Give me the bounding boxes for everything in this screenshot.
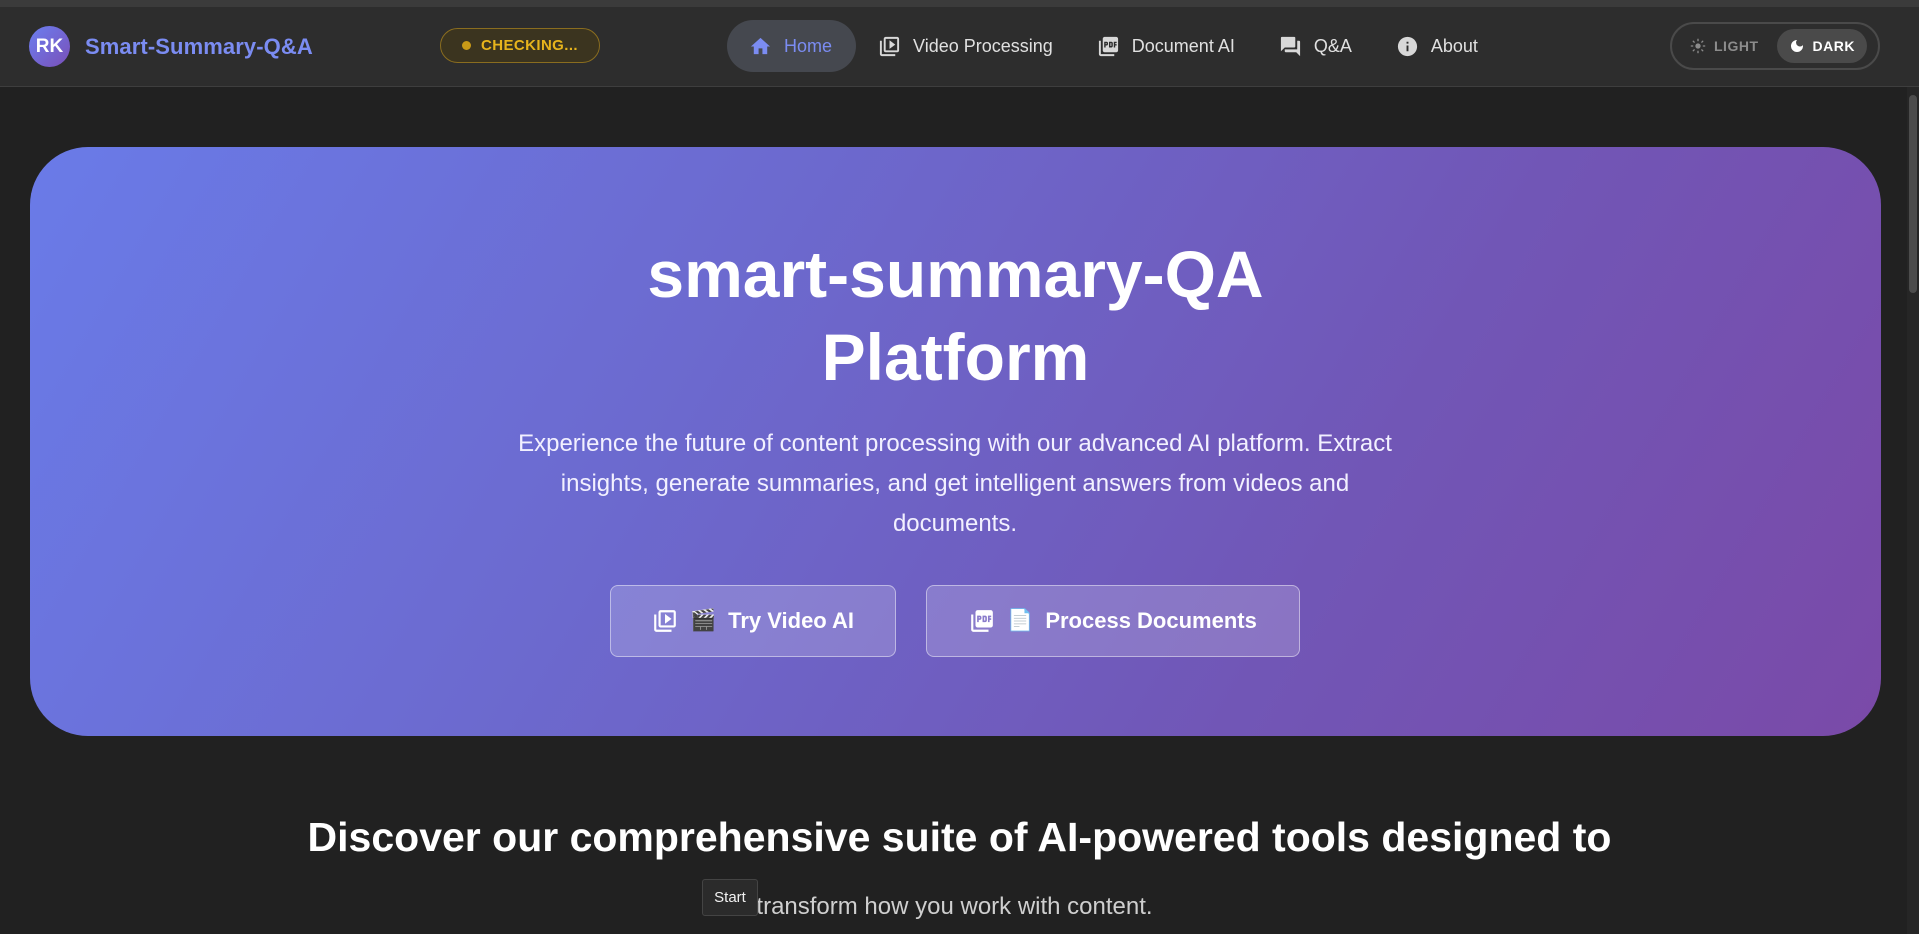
nav-about[interactable]: About: [1374, 20, 1500, 72]
nav-document-label: Document AI: [1131, 35, 1235, 56]
hero-banner: smart-summary-QA Platform Experience the…: [30, 147, 1881, 736]
hero-actions: 🎬 Try Video AI 📄 Process Documents: [610, 585, 1300, 657]
features-subheading: transform how you work with content.: [756, 893, 1153, 920]
theme-light-option[interactable]: LIGHT: [1678, 29, 1771, 63]
nav-qa-label: Q&A: [1313, 35, 1352, 56]
nav-qa[interactable]: Q&A: [1257, 20, 1374, 72]
theme-toggle: LIGHT DARK: [1670, 22, 1880, 70]
hero-subtitle: Experience the future of content process…: [518, 430, 1392, 537]
theme-light-label: LIGHT: [1714, 38, 1759, 54]
window-top-strip: [0, 0, 1919, 7]
theme-dark-option[interactable]: DARK: [1776, 29, 1867, 63]
info-icon: [1397, 36, 1417, 56]
brand-name: Smart-Summary-Q&A: [85, 33, 313, 59]
hero-title-line1: smart-summary-QA: [647, 237, 1264, 311]
page-scrollbar-thumb[interactable]: [1909, 95, 1917, 293]
top-navbar: RK Smart-Summary-Q&A CHECKING... Home Vi…: [0, 7, 1919, 87]
process-documents-button[interactable]: 📄 Process Documents: [926, 585, 1300, 657]
home-icon: [750, 37, 771, 54]
nav-home[interactable]: Home: [727, 20, 857, 72]
start-tooltip: Start: [702, 879, 758, 916]
sun-icon: [1690, 38, 1706, 54]
video-library-icon: [654, 610, 676, 632]
features-heading: Discover our comprehensive suite of AI-p…: [307, 814, 1612, 860]
clapperboard-icon: 🎬: [689, 609, 717, 632]
nav-document-ai[interactable]: Document AI: [1075, 20, 1257, 72]
document-icon: 📄: [1007, 609, 1034, 632]
brand-logo-avatar: RK: [29, 26, 70, 67]
hero-title-line2: Platform: [821, 320, 1090, 394]
try-video-ai-label: Try Video AI: [728, 608, 855, 633]
brand[interactable]: RK Smart-Summary-Q&A: [29, 26, 313, 67]
main-nav: Home Video Processing Document AI Q&A Ab…: [727, 20, 1500, 72]
nav-video-processing[interactable]: Video Processing: [856, 20, 1075, 72]
process-documents-label: Process Documents: [1045, 608, 1257, 633]
theme-dark-label: DARK: [1812, 38, 1855, 54]
try-video-ai-button[interactable]: 🎬 Try Video AI: [610, 585, 896, 657]
backend-status-badge: CHECKING...: [440, 28, 600, 63]
pdf-icon: [971, 610, 993, 632]
video-library-icon: [879, 36, 900, 56]
hero-title: smart-summary-QA Platform: [30, 233, 1881, 399]
status-label: CHECKING...: [481, 37, 578, 54]
nav-home-label: Home: [784, 35, 833, 56]
pdf-icon: [1098, 36, 1118, 56]
moon-icon: [1790, 40, 1803, 52]
nav-video-label: Video Processing: [913, 35, 1053, 56]
status-dot-icon: [462, 41, 472, 50]
chat-bubbles-icon: [1280, 36, 1300, 56]
nav-about-label: About: [1430, 35, 1478, 56]
